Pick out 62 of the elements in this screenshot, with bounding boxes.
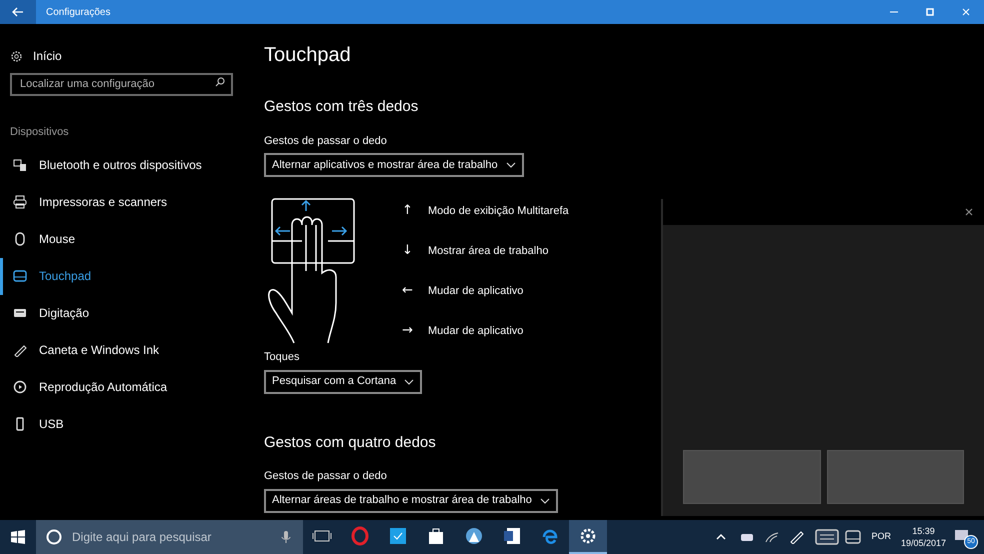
windows-logo-icon: [11, 530, 25, 544]
pen-icon: [13, 343, 27, 357]
clock[interactable]: 15:39 19/05/2017: [900, 525, 946, 549]
page-title: Touchpad: [264, 43, 351, 68]
word-icon: [502, 526, 522, 546]
close-icon[interactable]: [964, 207, 974, 217]
taskbar-search-field[interactable]: Digite aqui para pesquisar: [36, 520, 303, 554]
mouse-icon: [13, 232, 27, 246]
bluetooth-icon: [13, 158, 27, 172]
sidebar-item[interactable]: Impressoras e scanners: [0, 184, 246, 220]
close-icon: [961, 7, 971, 17]
language-indicator[interactable]: POR: [871, 530, 891, 544]
keyboard-icon[interactable]: [815, 529, 840, 545]
touchpad-icon[interactable]: [845, 530, 862, 544]
sidebar-item[interactable]: Mouse: [0, 220, 246, 258]
microphone-icon: [281, 530, 291, 544]
gesture-action: Modo de exibição Multitarefa: [428, 204, 569, 219]
sidebar-item[interactable]: Digitação: [0, 294, 246, 332]
sidebar-item[interactable]: Reprodução Automática: [0, 368, 246, 406]
gesture-action: Mudar de aplicativo: [428, 324, 524, 339]
dropdown[interactable]: Pesquisar com a Cortana: [264, 370, 422, 394]
store-icon: [426, 526, 446, 546]
dropdown[interactable]: Alternar áreas de trabalho e mostrar área de trabalho: [264, 488, 558, 512]
gesture-arrow: ↑: [402, 202, 412, 220]
field-label: Toques: [264, 350, 300, 365]
gesture-arrow: →: [402, 322, 412, 340]
section-heading: Gestos com quatro dedos: [264, 432, 436, 452]
printer-icon: [13, 195, 27, 209]
chevron-down-icon: [506, 162, 516, 168]
pen-icon[interactable]: [789, 530, 806, 544]
window-title: Configurações: [46, 6, 110, 20]
field-label: Gestos de passar o dedo: [264, 134, 387, 148]
section-heading: Dispositivos: [10, 125, 70, 140]
restore-icon: [925, 7, 935, 17]
back-button[interactable]: [0, 0, 36, 24]
opera-icon: [350, 526, 370, 546]
cortana-circle-icon: [46, 529, 62, 545]
sidebar-item[interactable]: USB: [0, 406, 246, 442]
search-field[interactable]: Localizar uma configuração: [10, 72, 233, 96]
sidebar-item[interactable]: Bluetooth e outros dispositivos: [0, 146, 246, 184]
gesture-arrow: ↓: [402, 242, 412, 260]
home-link[interactable]: Início: [33, 47, 62, 65]
sidebar-item[interactable]: Touchpad: [0, 258, 246, 294]
gesture-arrow: ←: [402, 282, 412, 300]
gear-icon: [10, 50, 23, 62]
taskbar-app-button[interactable]: [569, 520, 607, 554]
back-arrow-icon: [12, 7, 24, 17]
gesture-action: Mostrar área de trabalho: [428, 244, 548, 259]
sidebar-item[interactable]: Caneta e Windows Ink: [0, 332, 246, 368]
chevron-down-icon: [540, 498, 550, 504]
clock-date: 19/05/2017: [900, 537, 946, 549]
autoplay-icon: [13, 380, 27, 394]
settings-icon: [578, 526, 598, 546]
keyboard-icon: [13, 306, 27, 320]
clock-time: 15:39: [912, 525, 935, 537]
gesture-action: Mudar de aplicativo: [428, 284, 524, 299]
touchpad-icon: [13, 269, 27, 283]
field-label: Gestos de passar o dedo: [264, 469, 387, 484]
chevron-down-icon: [404, 378, 414, 384]
search-icon: [215, 77, 225, 87]
dropdown[interactable]: Alternar aplicativos e mostrar área de trabalho: [264, 153, 524, 177]
section-heading: Gestos com três dedos: [264, 97, 418, 117]
